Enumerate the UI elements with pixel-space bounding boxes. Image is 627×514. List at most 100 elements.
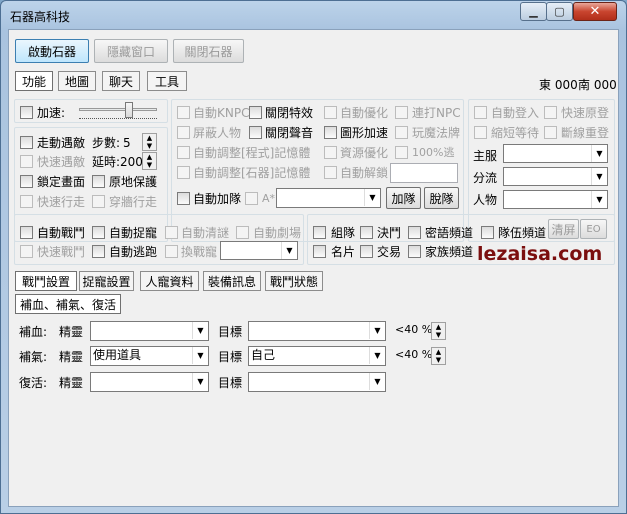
mp-target-select[interactable]: 自己 ▼ xyxy=(248,346,386,366)
auto-battle-checkbox[interactable] xyxy=(20,226,33,239)
block-people-checkbox[interactable] xyxy=(177,126,190,139)
unlock-password-input[interactable] xyxy=(390,163,458,183)
auto-optimize-checkbox[interactable] xyxy=(324,106,337,119)
hit-npc-checkbox[interactable] xyxy=(395,106,408,119)
team-select[interactable]: ▼ xyxy=(276,188,381,208)
family-channel-checkbox[interactable] xyxy=(408,245,421,258)
tab-heal-section[interactable]: 補血、補氣、復活 xyxy=(15,294,121,314)
maximize-button[interactable]: ▢ xyxy=(546,2,573,21)
auto-adjust-stone-label: 自動調整[石器]記憶體 xyxy=(193,166,311,180)
delay-spinner[interactable]: ▲ ▼ xyxy=(142,152,157,170)
tab-battle-status[interactable]: 戰鬥狀態 xyxy=(265,271,323,291)
auto-catch-checkbox[interactable] xyxy=(92,226,105,239)
steps-spinner[interactable]: ▲ ▼ xyxy=(142,133,157,151)
hide-window-button[interactable]: 隱藏窗口 xyxy=(94,39,168,63)
title-bar[interactable]: 石器高科技 ▁ ▢ ✕ xyxy=(1,1,626,27)
a-star-label: A* xyxy=(262,192,276,205)
tab-battle-settings[interactable]: 戰鬥設置 xyxy=(15,271,77,291)
auto-escape-checkbox[interactable] xyxy=(92,245,105,258)
play-magic-checkbox[interactable] xyxy=(395,126,408,139)
revive-who-label: 精靈 xyxy=(59,376,84,390)
hp-threshold-spinner[interactable]: ▲ ▼ xyxy=(431,322,446,340)
tab-functions[interactable]: 功能 xyxy=(15,71,53,91)
auto-quest-label: 自動清謎 xyxy=(181,226,230,240)
auto-knpc-checkbox[interactable] xyxy=(177,106,190,119)
auto-drama-label: 自動劇場 xyxy=(253,226,302,240)
mp-threshold-spinner[interactable]: ▲ ▼ xyxy=(431,347,446,365)
hp-who-label: 精靈 xyxy=(59,325,84,339)
shape-accel-checkbox[interactable] xyxy=(324,126,337,139)
mp-row-label: 補氣: xyxy=(19,350,48,364)
swap-pet-checkbox[interactable] xyxy=(165,245,178,258)
lock-screen-checkbox[interactable] xyxy=(20,175,33,188)
auto-adjust-stone-checkbox[interactable] xyxy=(177,166,190,179)
server-select[interactable]: ▼ xyxy=(503,144,608,163)
speed-slider-thumb[interactable] xyxy=(125,102,133,118)
card-checkbox[interactable] xyxy=(313,245,326,258)
clear-screen-button[interactable]: 清屏 xyxy=(548,219,579,239)
auto-adjust-program-checkbox[interactable] xyxy=(177,146,190,159)
lock-screen-label: 鎖定畫面 xyxy=(37,175,86,189)
tab-tools[interactable]: 工具 xyxy=(147,71,187,91)
duel-checkbox[interactable] xyxy=(360,226,373,239)
shorten-wait-checkbox[interactable] xyxy=(474,126,487,139)
fast-walk-label: 快速行走 xyxy=(37,195,86,209)
hp-target-select[interactable]: ▼ xyxy=(248,321,386,341)
resource-optimize-label: 資源優化 xyxy=(340,146,389,160)
close-effects-checkbox[interactable] xyxy=(249,106,262,119)
tab-chat[interactable]: 聊天 xyxy=(102,71,140,91)
escape-100-checkbox[interactable] xyxy=(395,146,408,159)
tab-map[interactable]: 地圖 xyxy=(58,71,96,91)
swap-pet-select[interactable]: ▼ xyxy=(220,241,298,260)
minimize-button[interactable]: ▁ xyxy=(520,2,547,21)
branch-select[interactable]: ▼ xyxy=(503,167,608,186)
wall-walk-checkbox[interactable] xyxy=(92,195,105,208)
server-label: 主服 xyxy=(473,149,498,163)
a-star-checkbox[interactable] xyxy=(245,192,258,205)
chevron-down-icon: ▼ xyxy=(369,322,385,339)
revive-method-select[interactable]: ▼ xyxy=(90,372,209,392)
start-game-button[interactable]: 啟動石器 xyxy=(15,39,89,63)
reconnect-checkbox[interactable] xyxy=(544,126,557,139)
tab-catch-settings[interactable]: 捉寵設置 xyxy=(79,271,134,291)
tab-equipment-info[interactable]: 裝備訊息 xyxy=(203,271,261,291)
eo-button[interactable]: EO xyxy=(580,219,607,239)
join-team-button[interactable]: 加隊 xyxy=(386,187,421,209)
team-channel-label: 隊伍頻道 xyxy=(498,226,547,240)
team-channel-checkbox[interactable] xyxy=(481,226,494,239)
auto-login-checkbox[interactable] xyxy=(474,106,487,119)
auto-join-checkbox[interactable] xyxy=(177,192,190,205)
speed-checkbox[interactable] xyxy=(20,106,33,119)
fast-encounter-checkbox[interactable] xyxy=(20,155,33,168)
speed-slider-track[interactable] xyxy=(79,108,157,111)
close-button[interactable]: ✕ xyxy=(573,2,617,21)
team-checkbox[interactable] xyxy=(313,226,326,239)
tab-pet-info[interactable]: 人寵資料 xyxy=(140,271,199,291)
secret-channel-checkbox[interactable] xyxy=(408,226,421,239)
auto-quest-checkbox[interactable] xyxy=(165,226,178,239)
mp-method-select[interactable]: 使用道具 ▼ xyxy=(90,346,209,366)
auto-drama-checkbox[interactable] xyxy=(236,226,249,239)
mp-threshold[interactable]: <40 % xyxy=(395,348,432,362)
fast-walk-checkbox[interactable] xyxy=(20,195,33,208)
resource-optimize-checkbox[interactable] xyxy=(324,146,337,159)
leave-team-button[interactable]: 脫隊 xyxy=(424,187,459,209)
trade-checkbox[interactable] xyxy=(360,245,373,258)
revive-target-select[interactable]: ▼ xyxy=(248,372,386,392)
close-sound-checkbox[interactable] xyxy=(249,126,262,139)
escape-100-label: 100%逃 xyxy=(412,146,455,159)
delay-value[interactable]: 200 xyxy=(120,155,143,169)
stay-put-checkbox[interactable] xyxy=(92,175,105,188)
close-game-button[interactable]: 關閉石器 xyxy=(173,39,244,63)
fast-battle-checkbox[interactable] xyxy=(20,245,33,258)
hp-threshold[interactable]: <40 % xyxy=(395,323,432,337)
auto-unlock-checkbox[interactable] xyxy=(324,166,337,179)
walk-encounter-checkbox[interactable] xyxy=(20,136,33,149)
hp-method-select[interactable]: ▼ xyxy=(90,321,209,341)
close-effects-label: 關閉特效 xyxy=(265,106,314,120)
spin-up-icon: ▲ xyxy=(435,348,442,356)
steps-value[interactable]: 5 xyxy=(123,136,131,150)
character-select[interactable]: ▼ xyxy=(503,190,608,209)
fast-return-checkbox[interactable] xyxy=(544,106,557,119)
chevron-down-icon: ▼ xyxy=(369,347,385,364)
